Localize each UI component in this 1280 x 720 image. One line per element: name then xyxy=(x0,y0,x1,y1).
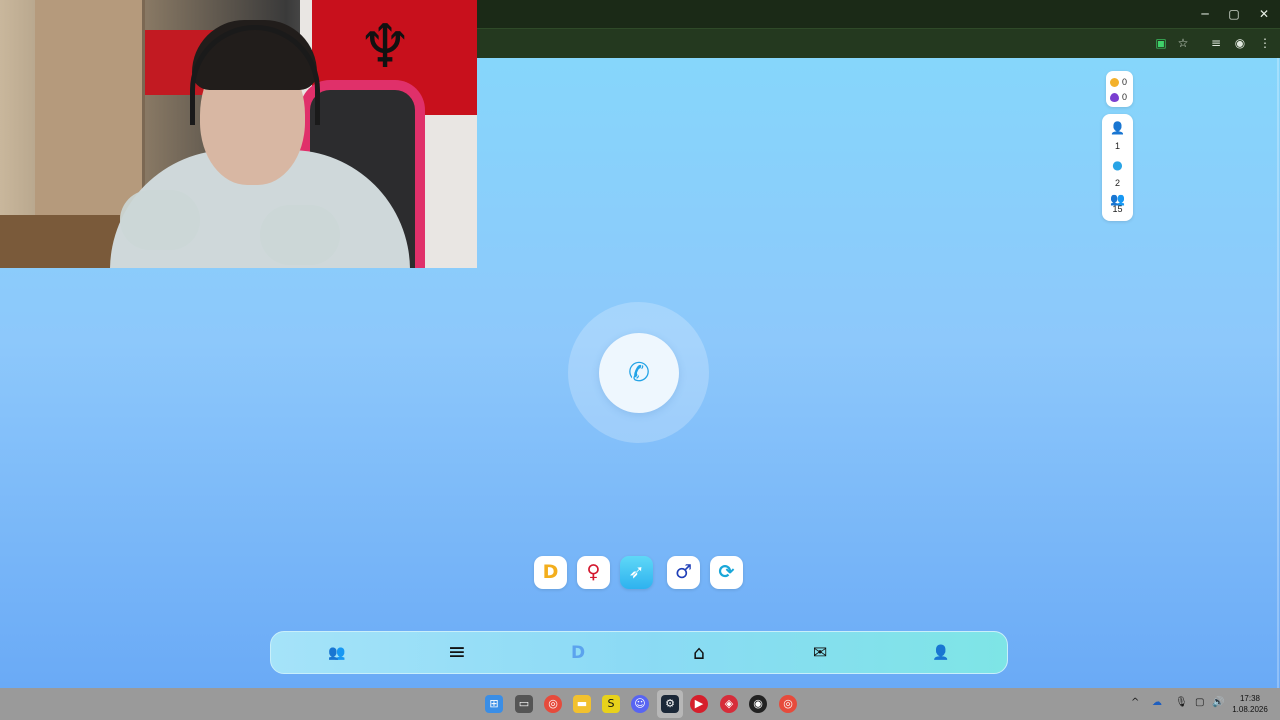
brand-logo-icon: D xyxy=(542,561,559,583)
task-view-icon[interactable]: ▭ xyxy=(515,695,533,713)
male-icon: ♂ xyxy=(674,561,693,583)
network-icon[interactable]: ▢ xyxy=(1195,697,1204,708)
scrollbar[interactable] xyxy=(1277,58,1279,688)
webcam-wardrobe xyxy=(35,0,145,230)
call-button[interactable]: ✆ xyxy=(599,333,679,413)
clock-icon: ● xyxy=(1112,158,1123,172)
microphone-icon[interactable]: 🎙 xyxy=(1175,697,1188,708)
time-count: 2 xyxy=(1114,178,1120,188)
brand-filter-button[interactable]: D xyxy=(534,556,567,589)
female-icon: ♀ xyxy=(586,561,601,583)
nav-messages-icon[interactable]: ✉ xyxy=(806,640,834,666)
star-icon[interactable]: ☆ xyxy=(1174,34,1192,52)
webcam-overlay: ♆ xyxy=(0,0,477,268)
rocket-icon: ➶ xyxy=(628,561,645,583)
chrome-icon[interactable]: ◎ xyxy=(544,695,562,713)
webcam-desk xyxy=(0,215,120,268)
windows-start-icon[interactable]: ⊞ xyxy=(485,695,503,713)
group-count: 15 xyxy=(1112,204,1123,214)
queue-icon[interactable]: ≡ xyxy=(1207,34,1225,52)
onedrive-icon[interactable]: ☁ xyxy=(1152,697,1162,708)
extension-icon[interactable]: ▣ xyxy=(1152,34,1170,52)
steam-icon[interactable]: ⚙ xyxy=(661,695,679,713)
avatar[interactable]: ◉ xyxy=(1231,34,1249,52)
gem-counter: 0 xyxy=(1110,90,1132,104)
taskbar: ⊞ ▭ ◎ ▬ S ☺ ⚙ ▶ ◈ ◉ ◎ ^ ☁ 🎙 ▢ 🔊 17:38 1.… xyxy=(0,688,1280,720)
app-red-icon[interactable]: ◈ xyxy=(720,695,738,713)
gem-count: 0 xyxy=(1122,92,1128,102)
add-friend-icon[interactable]: 👤 xyxy=(1102,121,1133,135)
clock-time: 17:38 xyxy=(1239,694,1261,703)
app-dark-icon[interactable]: ◉ xyxy=(749,695,767,713)
volume-icon[interactable]: 🔊 xyxy=(1212,697,1224,708)
eagle-emblem-icon: ♆ xyxy=(358,12,412,82)
nav-home-icon[interactable]: ⌂ xyxy=(685,640,713,666)
friends-count: 1 xyxy=(1114,141,1120,151)
nav-profile-icon[interactable]: 👤 xyxy=(927,640,955,666)
coin-counter: 0 xyxy=(1110,75,1132,89)
clock-date: 1.08.2026 xyxy=(1232,705,1268,714)
menu-icon[interactable]: ⋮ xyxy=(1256,34,1274,52)
minimize-button[interactable]: ─ xyxy=(1190,4,1220,24)
coin-count: 0 xyxy=(1122,77,1128,87)
male-filter-button[interactable]: ♂ xyxy=(667,556,700,589)
webcam-hand-right xyxy=(260,205,340,265)
currency-panel[interactable]: 0 0 xyxy=(1106,71,1133,107)
system-clock[interactable]: 17:38 1.08.2026 xyxy=(1230,693,1270,715)
nav-friends-icon[interactable]: 👥 xyxy=(323,640,351,666)
chrome-profile-icon[interactable]: ◎ xyxy=(779,695,797,713)
media-player-icon[interactable]: ▶ xyxy=(690,695,708,713)
maximize-button[interactable]: ▢ xyxy=(1219,4,1249,24)
bottom-navigation: 👥 ≡ D ⌂ ✉ 👤 xyxy=(270,631,1008,674)
close-button[interactable]: ✕ xyxy=(1249,4,1279,24)
file-explorer-icon[interactable]: ▬ xyxy=(573,695,591,713)
gem-icon xyxy=(1110,93,1119,103)
discord-icon[interactable]: ☺ xyxy=(631,695,649,713)
coin-icon xyxy=(1110,78,1119,88)
refresh-filter-button[interactable]: ⟳ xyxy=(710,556,743,589)
phone-icon: ✆ xyxy=(628,358,650,388)
nav-menu-icon[interactable]: ≡ xyxy=(443,640,471,666)
tray-overflow-icon[interactable]: ^ xyxy=(1131,697,1139,708)
app-s-icon[interactable]: S xyxy=(602,695,620,713)
stats-panel[interactable]: 👤 1 ● 2 👥 15 xyxy=(1102,114,1133,221)
female-filter-button[interactable]: ♀ xyxy=(577,556,610,589)
rocket-filter-button[interactable]: ➶ xyxy=(620,556,653,589)
nav-logo-icon[interactable]: D xyxy=(564,640,592,666)
webcam-hand-left xyxy=(120,190,200,250)
refresh-icon: ⟳ xyxy=(718,561,735,583)
